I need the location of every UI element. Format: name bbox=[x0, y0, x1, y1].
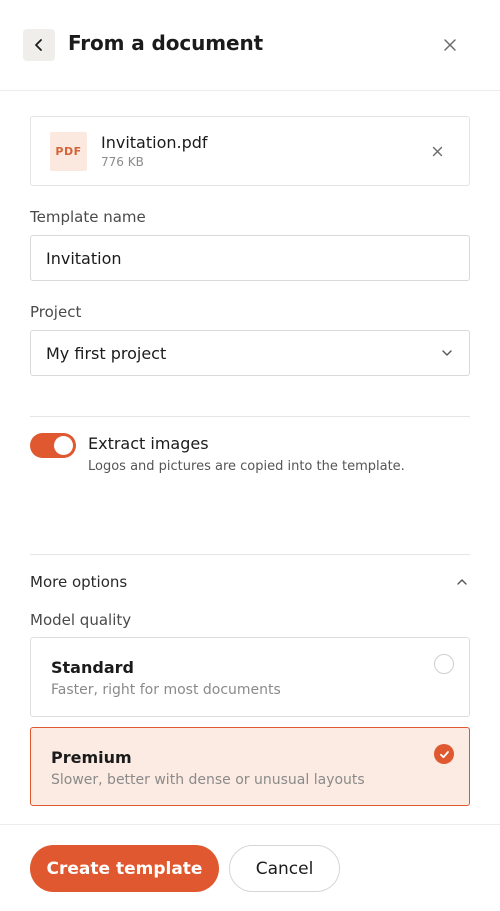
option-description: Faster, right for most documents bbox=[51, 682, 281, 698]
close-button[interactable] bbox=[438, 33, 462, 57]
model-quality-label: Model quality bbox=[30, 611, 132, 629]
cancel-button[interactable]: Cancel bbox=[229, 845, 340, 892]
radio-checked[interactable] bbox=[434, 744, 454, 764]
back-button[interactable] bbox=[23, 29, 55, 61]
remove-file-button[interactable] bbox=[427, 141, 447, 161]
project-select-value: My first project bbox=[46, 344, 167, 363]
model-option-premium[interactable]: Premium Slower, better with dense or unu… bbox=[30, 727, 470, 806]
dialog-header: From a document bbox=[0, 0, 500, 91]
project-select[interactable]: My first project bbox=[30, 330, 470, 376]
footer-divider bbox=[0, 824, 500, 825]
extract-images-toggle[interactable] bbox=[30, 433, 76, 458]
toggle-knob bbox=[54, 436, 73, 455]
radio-unchecked[interactable] bbox=[434, 654, 454, 674]
chevron-left-icon bbox=[35, 39, 42, 51]
page-title: From a document bbox=[68, 31, 264, 55]
section-divider bbox=[30, 416, 470, 417]
option-title: Premium bbox=[51, 748, 132, 767]
close-icon bbox=[444, 39, 456, 51]
extract-images-description: Logos and pictures are copied into the t… bbox=[88, 459, 405, 474]
file-size: 776 KB bbox=[101, 155, 144, 169]
project-label: Project bbox=[30, 303, 82, 321]
pdf-file-icon: PDF bbox=[50, 132, 87, 171]
more-options-toggle[interactable]: More options bbox=[30, 572, 470, 594]
close-icon bbox=[432, 146, 442, 156]
chevron-down-icon bbox=[442, 350, 452, 356]
more-options-label: More options bbox=[30, 573, 128, 591]
section-divider bbox=[30, 554, 470, 555]
option-title: Standard bbox=[51, 658, 134, 677]
option-description: Slower, better with dense or unusual lay… bbox=[51, 772, 365, 788]
check-icon bbox=[439, 750, 449, 758]
uploaded-file-card: PDF Invitation.pdf 776 KB bbox=[30, 116, 470, 186]
template-name-label: Template name bbox=[30, 208, 146, 226]
file-name: Invitation.pdf bbox=[101, 133, 208, 152]
create-template-button[interactable]: Create template bbox=[30, 845, 219, 892]
template-name-input[interactable] bbox=[30, 235, 470, 281]
chevron-up-icon bbox=[457, 579, 467, 585]
extract-images-title: Extract images bbox=[88, 434, 209, 453]
model-option-standard[interactable]: Standard Faster, right for most document… bbox=[30, 637, 470, 717]
